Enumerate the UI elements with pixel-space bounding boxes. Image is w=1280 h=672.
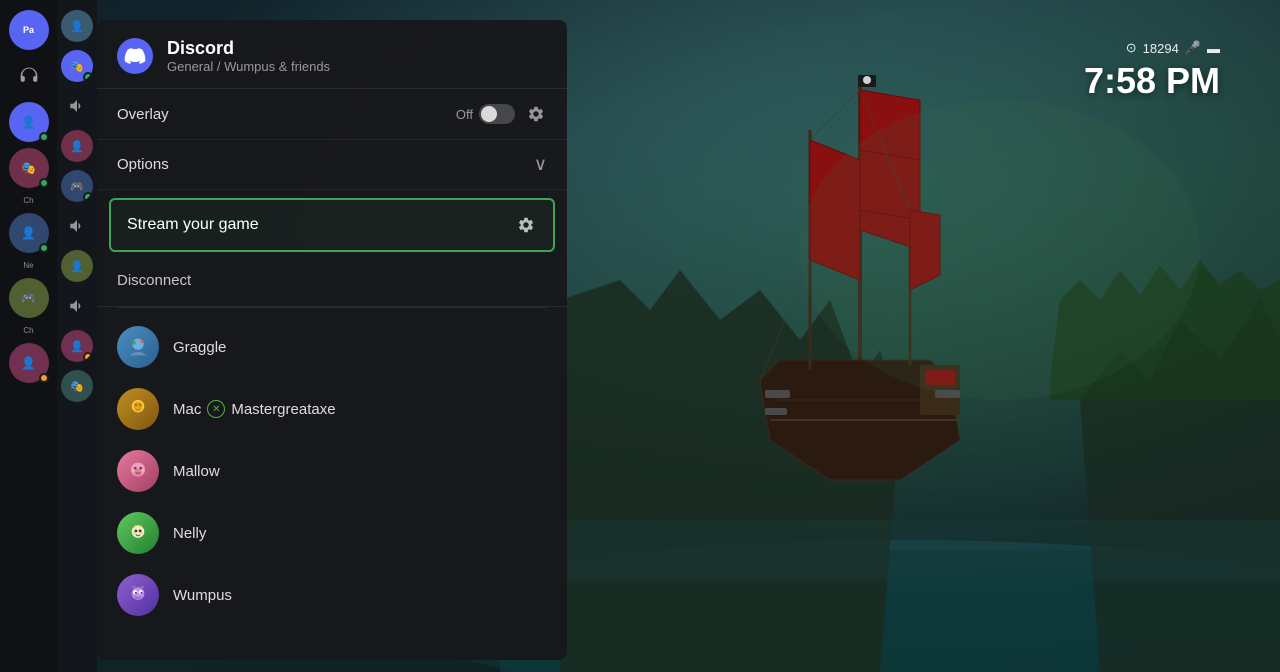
sidebar-far-label-cha: Ch <box>0 194 57 207</box>
volume-icon-3 <box>68 297 86 315</box>
stream-label: Stream your game <box>127 216 259 234</box>
panel-header: Discord General / Wumpus & friends <box>97 20 567 89</box>
sidebar-far-label-cha2: Ch <box>0 324 57 337</box>
stream-gear-button[interactable] <box>515 214 537 236</box>
narrow-dot-2 <box>83 192 93 202</box>
disconnect-label: Disconnect <box>117 272 191 289</box>
headphones-icon <box>19 66 39 86</box>
sidebar-far-avatar-4[interactable]: 👤 <box>9 213 49 253</box>
username-nelly: Nelly <box>173 525 206 542</box>
username-wumpus: Wumpus <box>173 587 232 604</box>
sidebar-far-avatar-3[interactable]: 🎭 <box>9 148 49 188</box>
stream-your-game-row[interactable]: Stream your game <box>109 198 555 252</box>
sidebar-far-left: Pa 👤 🎭 Ch 👤 Ne 🎮 Ch 👤 <box>0 0 57 672</box>
options-label: Options <box>117 156 169 173</box>
sidebar-narrow-volume-icon-2[interactable] <box>61 210 93 242</box>
sidebar-narrow-avatar-2[interactable]: 🎭 <box>61 50 93 82</box>
toggle-thumb <box>481 106 497 122</box>
circle-icon: ⊙ <box>1126 40 1137 56</box>
sidebar-narrow-avatar-6[interactable]: 👤 <box>61 330 93 362</box>
sidebar-far-item-1[interactable]: Pa <box>9 10 49 50</box>
user-item-mallow[interactable]: Mallow <box>97 440 567 502</box>
user-item-mac[interactable]: Mac ✕ Mastergreataxe <box>97 378 567 440</box>
mic-icon: 🎤 <box>1185 40 1201 56</box>
volume-icon-2 <box>68 217 86 235</box>
username-mac: Mac ✕ Mastergreataxe <box>173 400 336 418</box>
sidebar-far-icon-headphones[interactable] <box>9 56 49 96</box>
volume-icon <box>68 97 86 115</box>
narrow-dot-1 <box>83 72 93 82</box>
overlay-gear-button[interactable] <box>525 103 547 125</box>
discord-wordmark-icon <box>124 48 146 64</box>
sidebar-narrow-avatar-7[interactable]: 🎭 <box>61 370 93 402</box>
online-dot-3 <box>39 243 49 253</box>
username-graggle: Graggle <box>173 339 226 356</box>
panel-title: Discord <box>167 38 330 59</box>
nelly-avatar-icon <box>124 519 152 547</box>
overlay-toggle-group: Off <box>456 104 515 124</box>
options-row[interactable]: Options ∨ <box>97 140 567 190</box>
user-item-graggle[interactable]: Graggle <box>97 316 567 378</box>
sidebar-far-avatar-5[interactable]: 🎮 <box>9 278 49 318</box>
disconnect-row[interactable]: Disconnect <box>97 260 567 307</box>
sidebar-far-label-pa: Pa <box>23 25 34 35</box>
user-item-wumpus[interactable]: Wumpus <box>97 564 567 626</box>
overlay-row: Overlay Off <box>97 89 567 140</box>
status-number: 18294 <box>1143 41 1179 56</box>
discord-logo <box>117 38 153 74</box>
chevron-down-icon: ∨ <box>534 154 547 175</box>
avatar-mac <box>117 388 159 430</box>
sidebar-narrow-volume-icon[interactable] <box>61 90 93 122</box>
status-icons: ⊙ 18294 🎤 ▬ <box>1084 40 1220 56</box>
mac-avatar-icon <box>124 395 152 423</box>
graggle-avatar-icon <box>124 333 152 361</box>
overlay-controls: Off <box>456 103 547 125</box>
avatar-graggle <box>117 326 159 368</box>
overlay-toggle[interactable] <box>479 104 515 124</box>
sidebar-far-avatar-6[interactable]: 👤 <box>9 343 49 383</box>
online-dot <box>39 132 49 142</box>
mallow-avatar-icon <box>124 457 152 485</box>
sidebar-narrow: 👤 🎭 👤 🎮 👤 👤 🎭 <box>57 0 97 672</box>
battery-icon: ▬ <box>1207 41 1220 56</box>
sidebar-narrow-avatar-4[interactable]: 🎮 <box>61 170 93 202</box>
sidebar-far-label-ne: Ne <box>0 259 57 272</box>
avatar-mallow <box>117 450 159 492</box>
discord-overlay-panel: Discord General / Wumpus & friends Overl… <box>97 20 567 660</box>
sidebar-narrow-avatar-1[interactable]: 👤 <box>61 10 93 42</box>
panel-subtitle: General / Wumpus & friends <box>167 59 330 74</box>
username-mallow: Mallow <box>173 463 220 480</box>
xbox-icon: ✕ <box>207 400 225 418</box>
user-list: Graggle Mac ✕ Mastergreataxe <box>97 308 567 634</box>
avatar-nelly <box>117 512 159 554</box>
narrow-away-dot <box>83 352 93 362</box>
user-item-nelly[interactable]: Nelly <box>97 502 567 564</box>
clock-display: 7:58 PM <box>1084 60 1220 102</box>
sidebar-narrow-volume-icon-3[interactable] <box>61 290 93 322</box>
gear-svg-icon <box>527 105 545 123</box>
sidebar-narrow-avatar-5[interactable]: 👤 <box>61 250 93 282</box>
avatar-wumpus <box>117 574 159 616</box>
stream-gear-svg-icon <box>517 216 535 234</box>
overlay-toggle-state: Off <box>456 107 473 122</box>
sidebar-far-avatar-2[interactable]: 👤 <box>9 102 49 142</box>
online-dot-2 <box>39 178 49 188</box>
status-bar: ⊙ 18294 🎤 ▬ 7:58 PM <box>1084 40 1220 102</box>
overlay-label: Overlay <box>117 106 169 123</box>
wumpus-avatar-icon <box>124 581 152 609</box>
sidebar-narrow-avatar-3[interactable]: 👤 <box>61 130 93 162</box>
away-dot <box>39 373 49 383</box>
panel-title-group: Discord General / Wumpus & friends <box>167 38 330 74</box>
